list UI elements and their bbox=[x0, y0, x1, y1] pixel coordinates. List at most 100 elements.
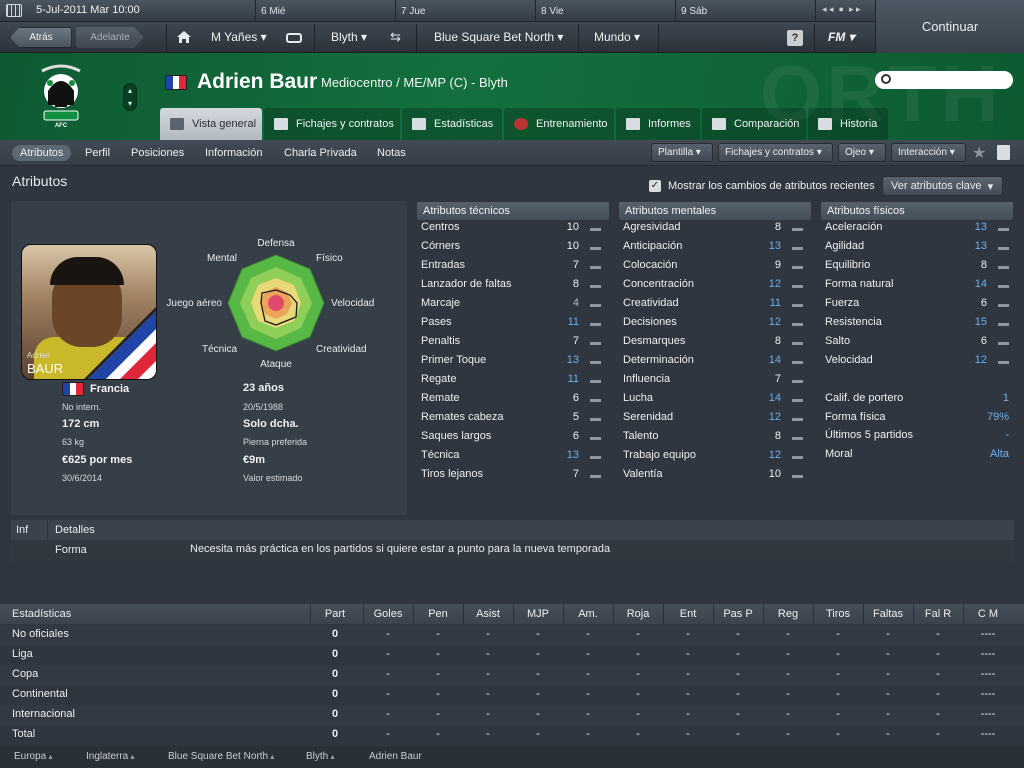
tab-training[interactable]: Entrenamiento bbox=[504, 108, 614, 140]
fm-menu[interactable]: FM ▾ bbox=[828, 30, 855, 44]
attribute-row[interactable]: Últimos 5 partidos - bbox=[825, 429, 1013, 448]
attribute-row[interactable]: Moral Alta bbox=[825, 448, 1013, 467]
swap-icon[interactable]: ⇆ bbox=[390, 29, 401, 45]
breadcrumb-item[interactable]: Europa ▴ bbox=[14, 751, 53, 762]
stats-row[interactable]: Copa 0- - - - - - - - - - - - ---- bbox=[0, 665, 1024, 685]
tab-overview[interactable]: Vista general bbox=[160, 108, 262, 140]
calendar-day[interactable]: 9 Sáb bbox=[681, 6, 707, 17]
chevron-up-icon[interactable]: ▴ bbox=[46, 752, 52, 761]
attribute-row[interactable]: Valentía 10 bbox=[623, 468, 807, 487]
help-button[interactable]: ? bbox=[787, 30, 803, 46]
attribute-row[interactable]: Forma física 79% bbox=[825, 411, 1013, 430]
attribute-row[interactable]: Tiros lejanos 7 bbox=[421, 468, 605, 487]
attribute-row[interactable]: Saques largos 6 bbox=[421, 430, 605, 449]
subnav-private-chat[interactable]: Charla Privada bbox=[276, 145, 365, 161]
attribute-row[interactable]: Decisiones 12 bbox=[623, 316, 807, 335]
subnav-positions[interactable]: Posiciones bbox=[123, 145, 192, 161]
calendar-scroll-control[interactable]: ◂ ◂ ● ▸ ▸ bbox=[822, 4, 872, 18]
attribute-row[interactable]: Forma natural 14 bbox=[825, 278, 1013, 297]
subnav-notes[interactable]: Notas bbox=[369, 145, 414, 161]
scout-dropdown[interactable]: Ojeo ▾ bbox=[838, 143, 886, 162]
attribute-row[interactable]: Creatividad 11 bbox=[623, 297, 807, 316]
stats-column-header[interactable]: C M bbox=[963, 608, 1013, 620]
subnav-information[interactable]: Información bbox=[197, 145, 270, 161]
transfers-dropdown[interactable]: Fichajes y contratos ▾ bbox=[718, 143, 833, 162]
attribute-row[interactable]: Centros 10 bbox=[421, 221, 605, 240]
chevron-up-icon[interactable]: ▴ bbox=[328, 752, 334, 761]
attribute-row[interactable]: Penaltis 7 bbox=[421, 335, 605, 354]
calendar-day[interactable]: 7 Jue bbox=[401, 6, 425, 17]
attribute-row[interactable]: Salto 6 bbox=[825, 335, 1013, 354]
key-attributes-button[interactable]: Ver atributos clave ▾ bbox=[882, 176, 1003, 196]
calendar-day[interactable]: 6 Mié bbox=[261, 6, 285, 17]
attribute-row[interactable]: Trabajo equipo 12 bbox=[623, 449, 807, 468]
attribute-row[interactable]: Agilidad 13 bbox=[825, 240, 1013, 259]
stats-column-header[interactable]: Reg bbox=[763, 608, 813, 620]
attribute-row[interactable]: Primer Toque 13 bbox=[421, 354, 605, 373]
attribute-row[interactable]: Lanzador de faltas 8 bbox=[421, 278, 605, 297]
attribute-row[interactable]: Anticipación 13 bbox=[623, 240, 807, 259]
attribute-row[interactable]: Resistencia 15 bbox=[825, 316, 1013, 335]
attribute-row[interactable]: Desmarques 8 bbox=[623, 335, 807, 354]
player-scroll-stepper[interactable]: ▴ ▾ bbox=[123, 83, 137, 111]
stats-column-header[interactable]: Roja bbox=[613, 608, 663, 620]
tab-history[interactable]: Historia bbox=[808, 108, 888, 140]
squad-dropdown[interactable]: Plantilla ▾ bbox=[651, 143, 713, 162]
forward-button[interactable]: Adelante bbox=[76, 27, 144, 48]
interaction-dropdown[interactable]: Interacción ▾ bbox=[891, 143, 966, 162]
stats-row[interactable]: Total 0- - - - - - - - - - - - ---- bbox=[0, 725, 1024, 745]
breadcrumb-item[interactable]: Blyth ▴ bbox=[306, 751, 334, 762]
stats-row[interactable]: Continental 0- - - - - - - - - - - - ---- bbox=[0, 685, 1024, 705]
search-input[interactable] bbox=[875, 71, 1013, 89]
attribute-row[interactable]: Lucha 14 bbox=[623, 392, 807, 411]
breadcrumb-item[interactable]: Inglaterra ▴ bbox=[86, 751, 135, 762]
attribute-row[interactable]: Remate 6 bbox=[421, 392, 605, 411]
stats-column-header[interactable]: Tiros bbox=[813, 608, 863, 620]
stats-column-header[interactable]: Part bbox=[310, 608, 360, 620]
attribute-row[interactable]: Remates cabeza 5 bbox=[421, 411, 605, 430]
stats-column-header[interactable]: Faltas bbox=[863, 608, 913, 620]
attribute-row[interactable]: Entradas 7 bbox=[421, 259, 605, 278]
stats-column-header[interactable]: Pas P bbox=[713, 608, 763, 620]
breadcrumb-item[interactable]: Blue Square Bet North ▴ bbox=[168, 751, 274, 762]
stats-row[interactable]: No oficiales 0- - - - - - - - - - - - ---- bbox=[0, 625, 1024, 645]
attribute-row[interactable]: Pases 11 bbox=[421, 316, 605, 335]
stats-column-header[interactable]: Ent bbox=[663, 608, 713, 620]
stats-row[interactable]: Liga 0- - - - - - - - - - - - ---- bbox=[0, 645, 1024, 665]
attribute-row[interactable]: Agresividad 8 bbox=[623, 221, 807, 240]
inbox-icon[interactable] bbox=[286, 33, 302, 43]
attribute-row[interactable]: Velocidad 12 bbox=[825, 354, 1013, 373]
attribute-row[interactable]: Influencia 7 bbox=[623, 373, 807, 392]
club-menu[interactable]: Blyth ▾ bbox=[331, 30, 367, 44]
stats-column-header[interactable]: Goles bbox=[363, 608, 413, 620]
calendar-icon[interactable] bbox=[6, 4, 22, 17]
attribute-row[interactable]: Marcaje 4 bbox=[421, 297, 605, 316]
tab-stats[interactable]: Estadísticas bbox=[402, 108, 502, 140]
back-button[interactable]: Atrás bbox=[10, 27, 72, 48]
tab-comparison[interactable]: Comparación bbox=[702, 108, 806, 140]
manager-menu[interactable]: M Yañes ▾ bbox=[211, 30, 267, 44]
subnav-attributes[interactable]: Atributos bbox=[12, 145, 72, 161]
world-menu[interactable]: Mundo ▾ bbox=[594, 30, 640, 44]
stats-column-header[interactable]: Pen bbox=[413, 608, 463, 620]
attribute-row[interactable]: Calif. de portero 1 bbox=[825, 392, 1013, 411]
add-note-icon[interactable] bbox=[997, 145, 1010, 160]
attribute-row[interactable]: Serenidad 12 bbox=[623, 411, 807, 430]
tab-reports[interactable]: Informes bbox=[616, 108, 700, 140]
chevron-up-icon[interactable]: ▴ bbox=[268, 752, 274, 761]
attribute-row[interactable]: Concentración 12 bbox=[623, 278, 807, 297]
stats-column-header[interactable]: Fal R bbox=[913, 608, 963, 620]
tab-transfers[interactable]: Fichajes y contratos bbox=[264, 108, 400, 140]
attribute-row[interactable]: Determinación 14 bbox=[623, 354, 807, 373]
attribute-row[interactable]: Aceleración 13 bbox=[825, 221, 1013, 240]
league-menu[interactable]: Blue Square Bet North ▾ bbox=[434, 30, 563, 44]
attribute-row[interactable]: Córners 10 bbox=[421, 240, 605, 259]
attribute-row[interactable]: Regate 11 bbox=[421, 373, 605, 392]
chevron-up-icon[interactable]: ▴ bbox=[128, 752, 134, 761]
stats-column-header[interactable]: MJP bbox=[513, 608, 563, 620]
attribute-row[interactable]: Fuerza 6 bbox=[825, 297, 1013, 316]
show-changes-checkbox[interactable]: ✓ bbox=[649, 180, 661, 192]
home-icon[interactable] bbox=[176, 30, 192, 44]
calendar-day[interactable]: 8 Vie bbox=[541, 6, 564, 17]
stats-row[interactable]: Internacional 0- - - - - - - - - - - - ---- bbox=[0, 705, 1024, 725]
